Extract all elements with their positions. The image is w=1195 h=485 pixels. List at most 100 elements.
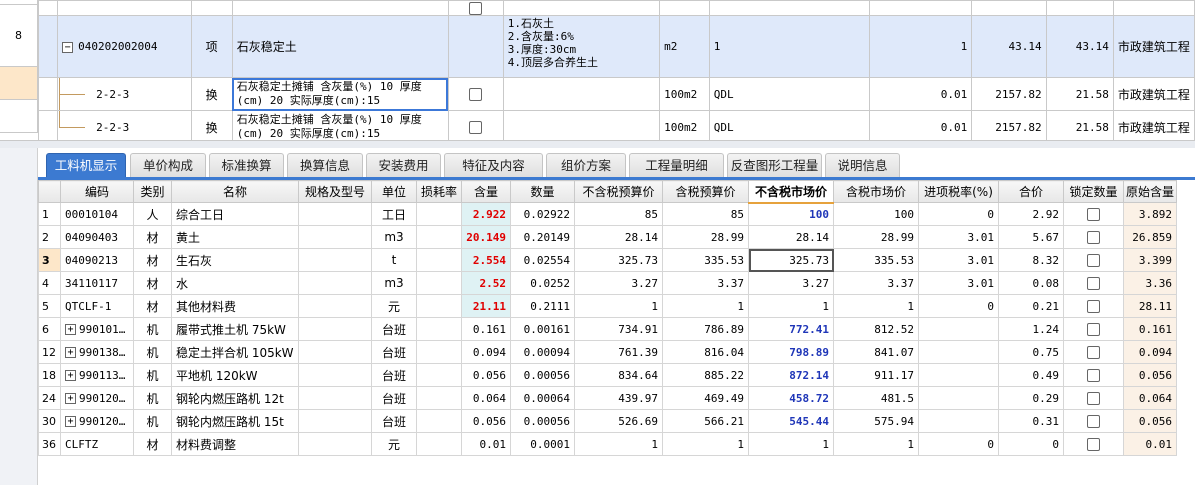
market-price-tax-cell[interactable]: 335.53 xyxy=(833,248,919,272)
content-cell[interactable]: 2.922 xyxy=(461,202,511,226)
panel-splitter[interactable] xyxy=(0,140,1195,148)
content-cell[interactable]: 0.056 xyxy=(461,363,511,387)
tab-5[interactable]: 特征及内容 xyxy=(444,153,543,178)
market-price-tax-cell[interactable]: 100 xyxy=(833,202,919,226)
spec-cell[interactable] xyxy=(298,363,372,387)
row-number[interactable]: 18 xyxy=(38,363,61,387)
quota-row[interactable] xyxy=(37,0,1195,16)
content-cell[interactable]: 2.554 xyxy=(461,248,511,272)
market-price-tax-cell[interactable]: 841.07 xyxy=(833,340,919,364)
loss-rate-cell[interactable] xyxy=(416,202,462,226)
resource-row[interactable]: 6 +990101… 机履带式推土机 75kW 台班 0.161 0.00161 734.9… xyxy=(38,317,1177,341)
content-cell[interactable]: 0.01 xyxy=(461,432,511,456)
market-price-tax-cell[interactable]: 1 xyxy=(833,432,919,456)
resource-name-cell[interactable]: 平地机 120kW xyxy=(171,363,299,387)
resource-name-cell[interactable]: 稳定土拌合机 105kW xyxy=(171,340,299,364)
resource-row[interactable]: 36 CLFTZ 材材料费调整元 0.01 0.0001 1 1 1 1 0 0 0.01 xyxy=(38,432,1177,456)
spec-cell[interactable] xyxy=(298,202,372,226)
expand-icon[interactable]: + xyxy=(65,324,76,335)
resource-row[interactable]: 4 34110117 材水 m3 2.52 0.0252 3.27 3.37 3.27 3.37 3… xyxy=(38,271,1177,295)
resource-code-cell[interactable]: 34110117 xyxy=(60,271,134,295)
resource-code-cell[interactable]: QTCLF-1 xyxy=(60,294,134,318)
market-price-notax-cell[interactable]: 1 xyxy=(748,432,834,456)
feature-description-cell[interactable]: 1.石灰土 2.含灰量:6% 3.厚度:30cm 4.顶层多合养生土 xyxy=(502,15,661,78)
feature-description-cell[interactable] xyxy=(502,77,661,111)
quota-row[interactable]: −040202002004 项石灰稳定土 1.石灰土 2.含灰量:6% 3.厚度:30c… xyxy=(37,15,1195,78)
resource-row[interactable]: 30 +990120… 机钢轮内燃压路机 15t 台班 0.056 0.00056 526.… xyxy=(38,409,1177,433)
content-cell[interactable]: 21.11 xyxy=(461,294,511,318)
tab-6[interactable]: 组价方案 xyxy=(546,153,626,178)
lock-checkbox[interactable] xyxy=(1087,300,1100,313)
spec-cell[interactable] xyxy=(298,409,372,433)
column-header[interactable]: 名称 xyxy=(171,180,299,203)
tax-rate-cell[interactable]: 3.01 xyxy=(918,248,999,272)
market-price-notax-cell[interactable]: 458.72 xyxy=(748,386,834,410)
resource-name-cell[interactable]: 钢轮内燃压路机 12t xyxy=(171,386,299,410)
row-number[interactable]: 8 xyxy=(0,5,38,67)
expand-icon[interactable]: + xyxy=(65,393,76,404)
row-number[interactable]: 2 xyxy=(38,225,61,249)
content-cell[interactable]: 0.161 xyxy=(461,317,511,341)
loss-rate-cell[interactable] xyxy=(416,363,462,387)
column-header[interactable]: 合价 xyxy=(998,180,1064,203)
lock-checkbox[interactable] xyxy=(1087,231,1100,244)
loss-rate-cell[interactable] xyxy=(416,248,462,272)
lock-checkbox[interactable] xyxy=(1087,346,1100,359)
market-price-tax-cell[interactable]: 481.5 xyxy=(833,386,919,410)
market-price-notax-cell[interactable]: 772.41 xyxy=(748,317,834,341)
column-header[interactable]: 损耗率 xyxy=(416,180,462,203)
quantity-cell[interactable]: 0.01 xyxy=(868,77,973,111)
quota-row[interactable]: 2-2-3 换石灰稳定土摊铺 含灰量(%) 10 厚度(cm) 20 实际厚度(c… xyxy=(37,110,1195,140)
spec-cell[interactable] xyxy=(298,294,372,318)
row-number[interactable]: 5 xyxy=(38,294,61,318)
lock-checkbox[interactable] xyxy=(1087,415,1100,428)
resource-name-cell[interactable]: 材料费调整 xyxy=(171,432,299,456)
row-number[interactable]: 3 xyxy=(38,248,61,272)
spec-cell[interactable] xyxy=(298,225,372,249)
quota-code-cell[interactable]: 2-2-3 xyxy=(57,77,192,111)
column-header[interactable]: 单位 xyxy=(371,180,417,203)
spec-cell[interactable] xyxy=(298,386,372,410)
lock-checkbox[interactable] xyxy=(1087,254,1100,267)
market-price-tax-cell[interactable]: 575.94 xyxy=(833,409,919,433)
tax-rate-cell[interactable]: 0 xyxy=(918,202,999,226)
column-header[interactable]: 锁定数量 xyxy=(1063,180,1124,203)
row-number[interactable]: 4 xyxy=(38,271,61,295)
resource-code-cell[interactable]: +990120… xyxy=(60,409,134,433)
resource-row[interactable]: 18 +990113… 机平地机 120kW 台班 0.056 0.00056 834.64… xyxy=(38,363,1177,387)
tab-1[interactable]: 单价构成 xyxy=(130,153,206,178)
tab-7[interactable]: 工程量明细 xyxy=(629,153,724,178)
lock-checkbox[interactable] xyxy=(1087,392,1100,405)
market-price-notax-cell[interactable]: 545.44 xyxy=(748,409,834,433)
loss-rate-cell[interactable] xyxy=(416,317,462,341)
lock-checkbox[interactable] xyxy=(1087,438,1100,451)
resource-code-cell[interactable]: 04090213 xyxy=(60,248,134,272)
column-header[interactable]: 不含税预算价 xyxy=(574,180,663,203)
quota-code-cell[interactable]: 2-2-3 xyxy=(57,110,192,140)
tax-rate-cell[interactable] xyxy=(918,317,999,341)
resource-code-cell[interactable]: +990113… xyxy=(60,363,134,387)
quantity-expression-cell[interactable]: 1 xyxy=(708,15,870,78)
row-number[interactable] xyxy=(0,100,38,133)
market-price-notax-cell[interactable]: 1 xyxy=(748,294,834,318)
corner-header[interactable] xyxy=(38,180,61,203)
quantity-cell[interactable] xyxy=(868,0,973,16)
market-price-tax-cell[interactable]: 812.52 xyxy=(833,317,919,341)
resource-code-cell[interactable]: CLFTZ xyxy=(60,432,134,456)
loss-rate-cell[interactable] xyxy=(416,340,462,364)
market-price-notax-cell[interactable]: 3.27 xyxy=(748,271,834,295)
market-price-notax-cell[interactable]: 325.73 xyxy=(748,248,834,272)
checkbox[interactable] xyxy=(469,121,483,134)
resource-name-cell[interactable]: 黄土 xyxy=(171,225,299,249)
content-cell[interactable]: 0.094 xyxy=(461,340,511,364)
lock-checkbox[interactable] xyxy=(1087,208,1100,221)
column-header[interactable]: 原始含量 xyxy=(1123,180,1177,203)
spec-cell[interactable] xyxy=(298,248,372,272)
collapse-icon[interactable]: − xyxy=(62,41,74,53)
market-price-notax-cell[interactable]: 872.14 xyxy=(748,363,834,387)
column-header[interactable]: 类别 xyxy=(133,180,172,203)
resource-code-cell[interactable]: 00010104 xyxy=(60,202,134,226)
tab-4[interactable]: 安装费用 xyxy=(366,153,441,178)
quota-code-cell[interactable] xyxy=(57,0,192,16)
spec-cell[interactable] xyxy=(298,271,372,295)
